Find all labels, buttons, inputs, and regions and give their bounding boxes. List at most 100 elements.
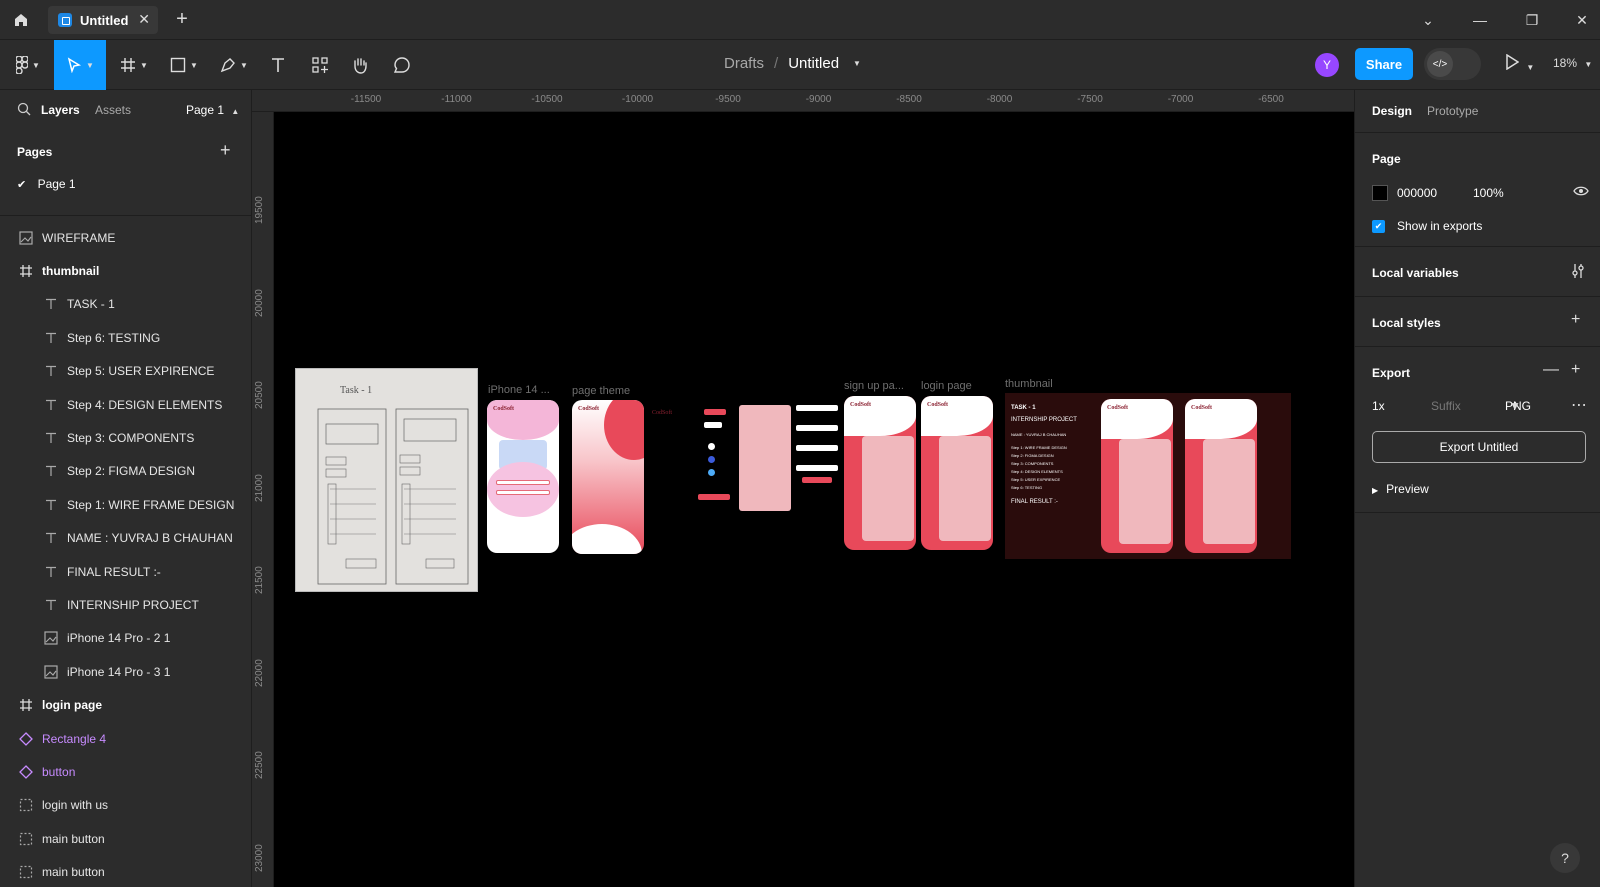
image-icon: [44, 665, 58, 679]
group-icon: [19, 832, 33, 846]
layer-item[interactable]: TASK - 1: [0, 288, 252, 321]
login-frame[interactable]: CodSoft: [921, 396, 993, 550]
export-suffix-input[interactable]: Suffix: [1431, 399, 1461, 413]
search-icon[interactable]: [17, 102, 31, 116]
page-color-swatch[interactable]: [1372, 185, 1388, 201]
show-in-exports-checkbox[interactable]: ✔: [1372, 220, 1385, 233]
add-page-button[interactable]: +: [220, 140, 231, 161]
layer-item[interactable]: login page: [0, 688, 252, 721]
twitter-icon[interactable]: [708, 469, 715, 476]
layer-item[interactable]: iPhone 14 Pro - 2 1: [0, 622, 252, 655]
page-item-page-1[interactable]: ✔ Page 1: [17, 177, 76, 191]
add-export-icon[interactable]: +: [1571, 361, 1580, 379]
layer-item[interactable]: INTERNSHIP PROJECT: [0, 588, 252, 621]
shape-tool[interactable]: ▼: [166, 40, 202, 90]
layer-item[interactable]: login with us: [0, 789, 252, 822]
maximize-button[interactable]: ❐: [1522, 10, 1542, 30]
wireframe-image[interactable]: Task - 1: [295, 368, 478, 592]
page-color-hex[interactable]: 000000: [1397, 186, 1437, 200]
layer-item[interactable]: Step 3: COMPONENTS: [0, 421, 252, 454]
brand-logo: CodSoft: [493, 406, 515, 412]
resources-tool[interactable]: [308, 40, 332, 90]
chevron-down-icon[interactable]: ▼: [853, 59, 861, 68]
thumbnail-frame[interactable]: TASK - 1 INTERNSHIP PROJECT NAME : YUVRA…: [1005, 393, 1291, 559]
layer-item[interactable]: main button: [0, 822, 252, 855]
tab-design[interactable]: Design: [1372, 104, 1412, 118]
help-button[interactable]: ?: [1550, 843, 1580, 873]
signup-frame[interactable]: CodSoft: [844, 396, 916, 550]
signup-button-component[interactable]: [704, 409, 726, 415]
thumbnail-final: FINAL RESULT :-: [1011, 499, 1058, 505]
brand-logo-component[interactable]: CodSoft: [652, 410, 672, 416]
avatar[interactable]: Y: [1315, 53, 1339, 77]
eye-icon[interactable]: [1573, 185, 1589, 200]
layer-item[interactable]: Step 2: FIGMA DESIGN: [0, 455, 252, 488]
export-button[interactable]: Export Untitled: [1372, 431, 1586, 463]
layer-item[interactable]: WIREFRAME: [0, 221, 252, 254]
remove-export-icon[interactable]: —: [1543, 361, 1559, 379]
layer-item[interactable]: FINAL RESULT :-: [0, 555, 252, 588]
add-style-icon[interactable]: +: [1571, 311, 1580, 329]
frame-label-signup[interactable]: sign up pa...: [844, 380, 904, 392]
page-section: Page 000000 100% ✔ Show in exports: [1355, 133, 1600, 247]
breadcrumb-drafts[interactable]: Drafts: [724, 55, 764, 72]
tab-layers[interactable]: Layers: [41, 103, 80, 117]
login-button-component[interactable]: [704, 422, 722, 428]
layer-item[interactable]: button: [0, 755, 252, 788]
more-options-icon[interactable]: ⋯: [1571, 395, 1587, 415]
google-icon[interactable]: [708, 443, 715, 450]
main-button-component[interactable]: [698, 494, 730, 500]
layer-item[interactable]: Step 4: DESIGN ELEMENTS: [0, 388, 252, 421]
layer-item[interactable]: Step 1: WIRE FRAME DESIGN: [0, 488, 252, 521]
present-button[interactable]: ▼: [1505, 53, 1534, 73]
pen-tool[interactable]: ▼: [216, 40, 252, 90]
layer-item[interactable]: NAME : YUVRAJ B CHAUHAN: [0, 522, 252, 555]
share-button[interactable]: Share: [1355, 48, 1413, 80]
layer-item[interactable]: iPhone 14 Pro - 3 1: [0, 655, 252, 688]
comment-tool[interactable]: [390, 40, 414, 90]
layer-item[interactable]: main button: [0, 855, 252, 887]
iphone-frame[interactable]: CodSoft: [487, 400, 559, 553]
move-tool[interactable]: ▼: [54, 40, 106, 90]
breadcrumb-separator: /: [774, 55, 779, 72]
minimize-button[interactable]: —: [1470, 10, 1490, 30]
input-fields-component[interactable]: [796, 405, 838, 485]
ruler-tick-label: -8000: [986, 94, 1013, 105]
hand-tool[interactable]: [348, 40, 372, 90]
dev-mode-toggle[interactable]: </>: [1424, 48, 1481, 80]
canvas[interactable]: Task - 1 iPhone 14 ... CodSoft page them…: [274, 112, 1354, 887]
layer-label: iPhone 14 Pro - 2 1: [67, 631, 171, 646]
layer-item[interactable]: Rectangle 4: [0, 722, 252, 755]
frame-label-thumbnail[interactable]: thumbnail: [1005, 378, 1053, 390]
tab-assets[interactable]: Assets: [95, 103, 131, 117]
tab-dropdown-icon[interactable]: ⌄: [1418, 10, 1438, 30]
frame-label-login[interactable]: login page: [921, 380, 972, 392]
page-selector[interactable]: Page 1 ▲: [186, 103, 239, 117]
page-theme-frame[interactable]: CodSoft: [572, 400, 644, 554]
file-name[interactable]: Untitled: [788, 55, 839, 72]
form-card-component[interactable]: [739, 405, 791, 511]
frame-tool[interactable]: ▼: [116, 40, 152, 90]
page-opacity[interactable]: 100%: [1473, 186, 1504, 200]
frame-label-iphone[interactable]: iPhone 14 ...: [488, 384, 550, 396]
facebook-icon[interactable]: [708, 456, 715, 463]
home-button[interactable]: [0, 0, 42, 40]
layer-label: INTERNSHIP PROJECT: [67, 597, 199, 612]
new-tab-button[interactable]: +: [170, 8, 194, 31]
layer-item[interactable]: Step 6: TESTING: [0, 321, 252, 354]
local-variables-title[interactable]: Local variables: [1372, 266, 1459, 280]
main-menu-button[interactable]: ▼: [10, 40, 46, 90]
frame-label-theme[interactable]: page theme: [572, 385, 630, 397]
close-tab-icon[interactable]: ✕: [138, 11, 150, 28]
preview-toggle[interactable]: ▶ Preview: [1372, 482, 1429, 496]
ruler-tick-label: -6500: [1258, 94, 1284, 105]
layer-item[interactable]: Step 5: USER EXPIRENCE: [0, 355, 252, 388]
file-tab[interactable]: Untitled ✕: [48, 6, 158, 34]
layer-item[interactable]: thumbnail: [0, 254, 252, 287]
variables-settings-icon[interactable]: [1571, 263, 1585, 284]
tab-prototype[interactable]: Prototype: [1427, 104, 1478, 118]
zoom-menu[interactable]: 18% ▼: [1553, 56, 1592, 70]
text-tool[interactable]: [266, 40, 290, 90]
close-window-button[interactable]: ✕: [1572, 10, 1592, 30]
export-scale[interactable]: 1x: [1372, 399, 1385, 413]
